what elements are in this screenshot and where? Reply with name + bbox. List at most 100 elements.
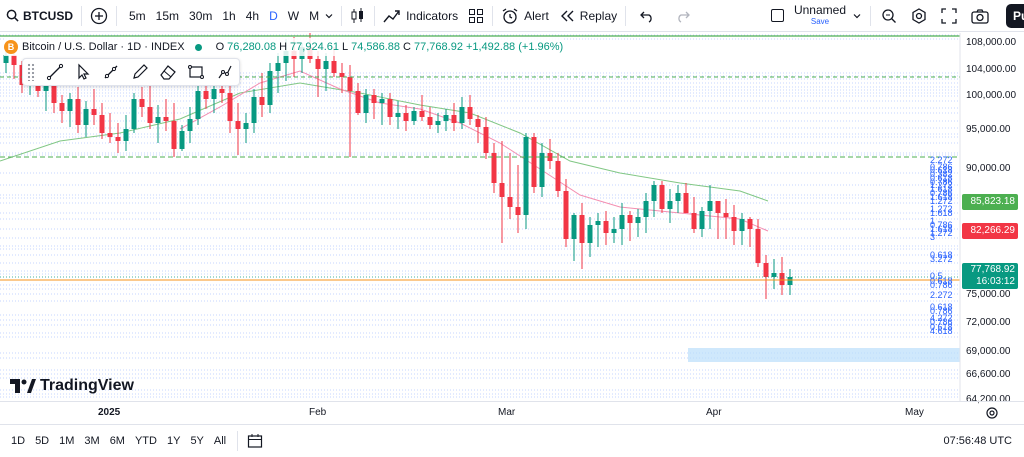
candle-body xyxy=(579,215,585,243)
drawing-toolbar xyxy=(22,58,240,86)
snapshot-button[interactable] xyxy=(964,0,996,32)
candle-body xyxy=(555,161,561,191)
candle-body xyxy=(587,225,593,243)
alert-label: Alert xyxy=(524,8,549,23)
fib-levels xyxy=(0,34,960,398)
price-tick: 95,000.00 xyxy=(966,124,1011,135)
market-open-icon xyxy=(194,43,202,51)
candle-body xyxy=(779,273,785,285)
fullscreen-button[interactable] xyxy=(934,0,964,32)
last-price-label: 77,768.92 16:03:12 xyxy=(962,263,1018,289)
chevron-down-icon[interactable] xyxy=(324,11,334,21)
grid-icon xyxy=(469,8,484,23)
quick-search-button[interactable] xyxy=(874,0,904,32)
interval-15m[interactable]: 15m xyxy=(151,9,184,23)
utc-clock[interactable]: 07:56:48 UTC xyxy=(944,435,1012,447)
redo-icon xyxy=(678,11,691,23)
layout-name: Unnamed xyxy=(793,2,846,17)
templates-button[interactable] xyxy=(463,0,489,32)
candle-body xyxy=(115,137,121,141)
range-3m[interactable]: 3M xyxy=(79,435,104,447)
time-axis[interactable]: 2025 Feb Mar Apr May xyxy=(0,401,1024,423)
rewind-icon xyxy=(560,10,574,21)
candle-body xyxy=(451,115,457,123)
rectangle-tool[interactable] xyxy=(182,59,210,85)
range-5y[interactable]: 5Y xyxy=(185,435,208,447)
candle-body xyxy=(243,123,249,129)
tradingview-logo[interactable]: TradingView xyxy=(10,377,134,395)
undo-button[interactable] xyxy=(629,0,665,32)
interval-w[interactable]: W xyxy=(283,9,304,23)
divider xyxy=(341,5,343,26)
cursor-tool[interactable] xyxy=(69,59,97,85)
price-tick: 69,000.00 xyxy=(966,346,1011,357)
chevron-down-icon[interactable] xyxy=(852,11,862,21)
range-6m[interactable]: 6M xyxy=(105,435,130,447)
candle-body xyxy=(715,201,721,213)
candle-body xyxy=(763,263,769,277)
interval-5m[interactable]: 5m xyxy=(124,9,151,23)
replay-button[interactable]: Replay xyxy=(554,0,622,32)
interval-m[interactable]: M xyxy=(304,9,324,23)
time-axis-settings-icon[interactable] xyxy=(985,406,999,420)
interval-1h[interactable]: 1h xyxy=(217,9,240,23)
divider xyxy=(374,5,376,26)
drag-handle-icon[interactable] xyxy=(27,63,37,81)
redo-button[interactable] xyxy=(665,0,701,32)
chart-type-button[interactable] xyxy=(345,0,371,32)
publish-button[interactable]: Pu xyxy=(1006,4,1024,28)
candle-body xyxy=(483,127,489,153)
interval-30m[interactable]: 30m xyxy=(184,9,217,23)
compare-button[interactable] xyxy=(85,0,113,32)
candle-body xyxy=(59,103,65,111)
path-tool[interactable] xyxy=(211,59,239,85)
candle-body xyxy=(771,273,777,277)
candle-body xyxy=(171,121,177,149)
last-price-value: 77,768.92 xyxy=(970,264,1016,275)
candle-body xyxy=(99,115,105,133)
interval-d[interactable]: D xyxy=(264,9,283,23)
ray-tool[interactable] xyxy=(97,59,125,85)
brush-tool[interactable] xyxy=(126,59,154,85)
top-toolbar: BTCUSD 5m 15m 30m 1h 4h D W M Indicators xyxy=(0,0,1024,32)
candle-body xyxy=(531,137,537,187)
trendline-icon xyxy=(46,63,63,81)
range-all[interactable]: All xyxy=(209,435,231,447)
candle-body xyxy=(739,219,745,231)
candle-body xyxy=(651,185,657,201)
candle-body xyxy=(179,131,185,149)
range-1y[interactable]: 1Y xyxy=(162,435,185,447)
range-1m[interactable]: 1M xyxy=(54,435,79,447)
indicators-button[interactable]: Indicators xyxy=(378,0,463,32)
interval-4h[interactable]: 4h xyxy=(241,9,264,23)
search-icon xyxy=(6,9,19,22)
eraser-tool[interactable] xyxy=(154,59,182,85)
candle-body xyxy=(523,137,529,215)
layout-name-block: Unnamed Save xyxy=(793,2,846,27)
price-tick: 66,600.00 xyxy=(966,369,1011,380)
alert-button[interactable]: Alert xyxy=(496,0,554,32)
divider xyxy=(116,5,117,26)
candle-body xyxy=(675,193,681,201)
candle-body xyxy=(539,153,545,187)
fib-label: 2.272 xyxy=(930,290,953,300)
price-chart[interactable] xyxy=(0,33,1024,401)
settings-button[interactable] xyxy=(904,0,934,32)
close-value: 77,768.92 xyxy=(414,41,463,53)
legend-title[interactable]: Bitcoin / U.S. Dollar · 1D · INDEX xyxy=(22,41,185,53)
time-label: May xyxy=(905,407,924,418)
price-tick: 100,000.00 xyxy=(966,90,1017,101)
range-1d[interactable]: 1D xyxy=(6,435,30,447)
calendar-goto-icon[interactable] xyxy=(247,433,263,449)
candle-body xyxy=(627,215,633,223)
layout-save-button[interactable]: Unnamed Save xyxy=(766,0,867,32)
candle-body xyxy=(643,201,649,217)
symbol-search[interactable]: BTCUSD xyxy=(0,0,78,32)
candle-body xyxy=(219,89,225,93)
candle-body xyxy=(275,63,281,71)
range-ytd[interactable]: YTD xyxy=(130,435,162,447)
candle-body xyxy=(107,133,113,137)
candles-icon xyxy=(351,7,364,23)
range-5d[interactable]: 5D xyxy=(30,435,54,447)
trendline-tool[interactable] xyxy=(40,59,68,85)
